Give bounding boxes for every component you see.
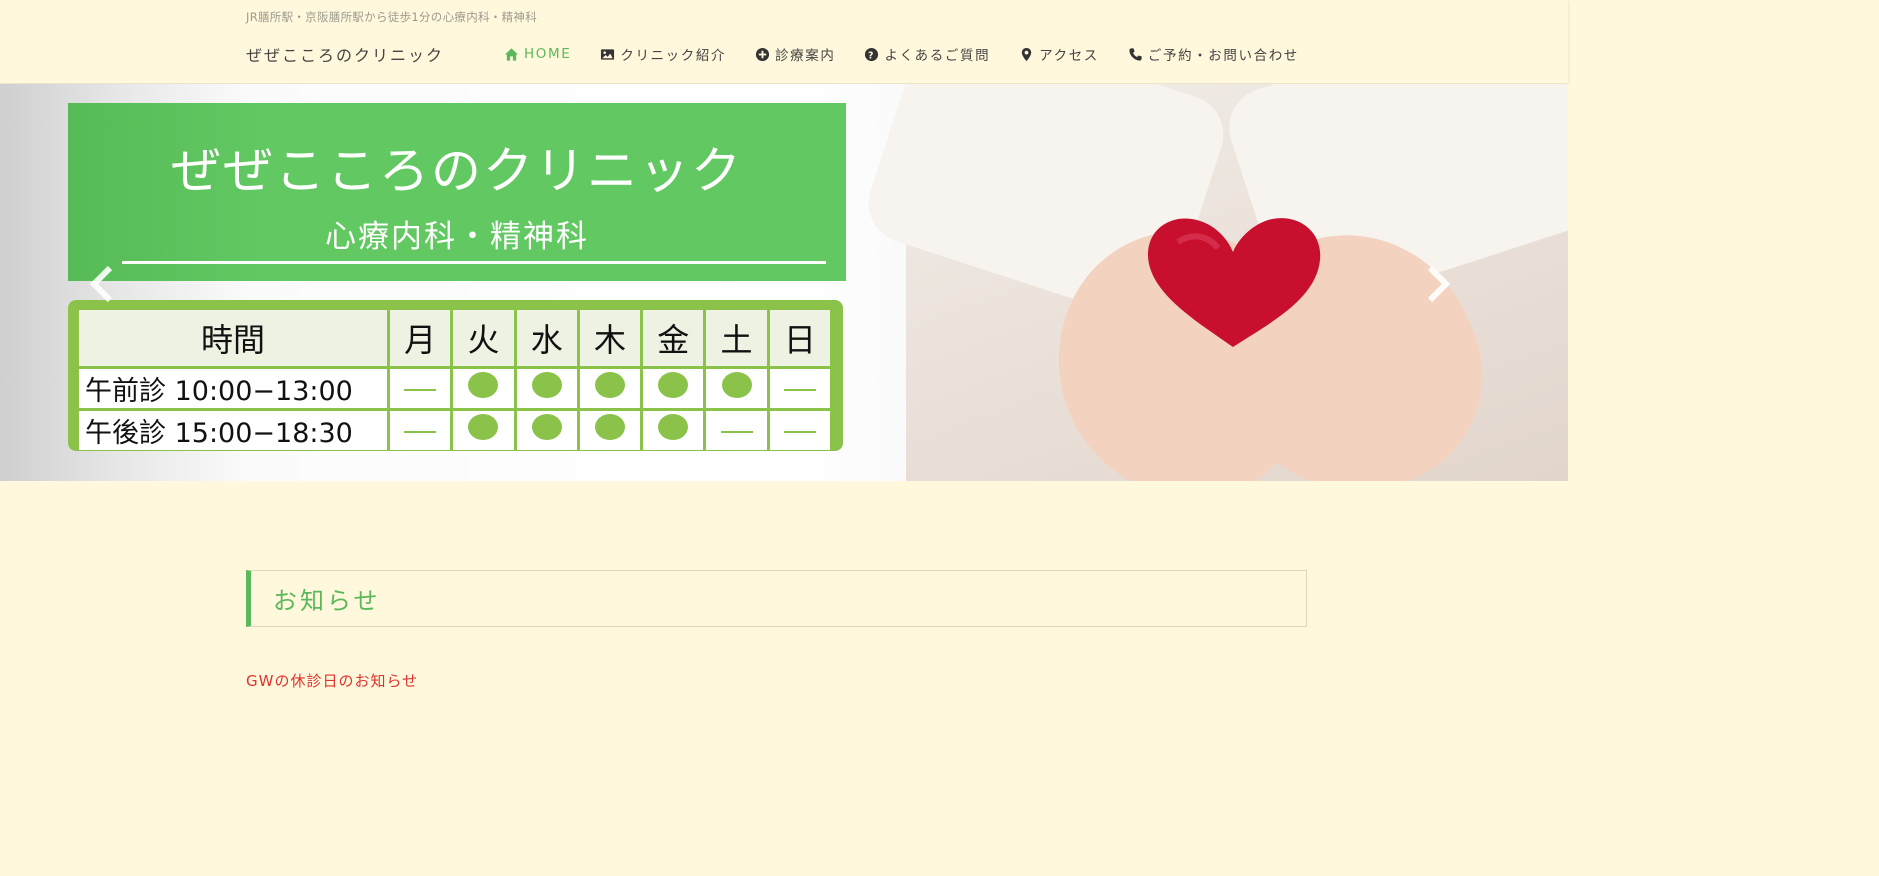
red-heart-image <box>1147 218 1321 347</box>
news-item-link[interactable]: GWの休診日のお知らせ <box>246 670 418 691</box>
question-circle-icon: ? <box>865 47 879 61</box>
closed-mark <box>783 430 816 433</box>
schedule-row-label: 午後診 15:00−18:30 <box>79 411 387 450</box>
hero-slider: ぜぜこころのクリニック 心療内科・精神科 時間 月 火 水 木 金 土 日 午前… <box>0 84 1568 481</box>
notice-title: お知らせ <box>273 587 381 615</box>
svg-text:?: ? <box>869 50 876 61</box>
schedule-cell <box>516 411 577 450</box>
plus-circle-icon <box>756 47 770 61</box>
main-nav: HOME クリニック紹介 診療案内 ? よくあるご質問 アクセス ご予約・お問い… <box>504 44 1299 64</box>
schedule-cell <box>769 411 830 450</box>
phone-icon <box>1129 47 1142 61</box>
closed-mark <box>720 430 753 433</box>
schedule-cell <box>643 369 704 408</box>
schedule-header-cell: 月 <box>390 310 451 366</box>
schedule-row-afternoon: 午後診 15:00−18:30 <box>79 411 830 450</box>
schedule-header-cell: 火 <box>453 310 514 366</box>
schedule-cell <box>706 369 767 408</box>
hands-heart-photo <box>858 84 1568 481</box>
schedule-header-cell: 時間 <box>79 310 387 366</box>
schedule-cell <box>453 411 514 450</box>
nav-item-label: クリニック紹介 <box>620 48 727 64</box>
nav-item-home[interactable]: HOME <box>504 44 571 64</box>
clinic-banner: ぜぜこころのクリニック 心療内科・精神科 <box>68 103 846 281</box>
banner-divider <box>122 261 826 264</box>
banner-title: ぜぜこころのクリニック <box>171 142 743 200</box>
schedule-cell <box>769 369 830 408</box>
schedule-row-label: 午前診 10:00−13:00 <box>79 369 387 408</box>
schedule-header-cell: 日 <box>769 310 830 366</box>
image-icon <box>601 48 615 60</box>
open-mark <box>531 414 562 440</box>
schedule-cell <box>516 369 577 408</box>
schedule-header-row: 時間 月 火 水 木 金 土 日 <box>79 310 830 366</box>
nav-item-clinic[interactable]: クリニック紹介 <box>600 44 726 64</box>
open-mark <box>721 372 752 398</box>
nav-item-faq[interactable]: ? よくあるご質問 <box>864 44 990 64</box>
open-mark <box>658 414 689 440</box>
schedule-header-cell: 水 <box>516 310 577 366</box>
open-mark <box>594 414 625 440</box>
nav-item-label: 診療案内 <box>775 48 836 64</box>
slider-prev-arrow-icon[interactable] <box>88 264 118 304</box>
banner-subtitle: 心療内科・精神科 <box>325 219 589 255</box>
nav-item-label: アクセス <box>1039 48 1099 64</box>
nav-item-label: よくあるご質問 <box>884 48 991 64</box>
site-tagline: JR膳所駅・京阪膳所駅から徒歩1分の心療内科・精神科 <box>246 10 537 24</box>
schedule-table: 時間 月 火 水 木 金 土 日 午前診 10:00−13:00 午後診 15:… <box>68 300 843 451</box>
schedule-cell <box>706 411 767 450</box>
open-mark <box>658 372 689 398</box>
nav-item-label: HOME <box>524 46 572 62</box>
open-mark <box>531 372 562 398</box>
schedule-cell <box>579 411 641 450</box>
schedule-header-cell: 土 <box>706 310 767 366</box>
nav-item-contact[interactable]: ご予約・お問い合わせ <box>1128 44 1299 64</box>
open-mark <box>468 414 499 440</box>
nav-item-access[interactable]: アクセス <box>1019 44 1099 64</box>
schedule-header-cell: 金 <box>643 310 704 366</box>
schedule-cell <box>579 369 641 408</box>
closed-mark <box>404 430 437 433</box>
closed-mark <box>783 388 816 391</box>
schedule-row-morning: 午前診 10:00−13:00 <box>79 369 830 408</box>
schedule-cell <box>390 411 451 450</box>
schedule-cell <box>643 411 704 450</box>
schedule-header-cell: 木 <box>579 310 641 366</box>
schedule-cell <box>453 369 514 408</box>
open-mark <box>468 372 499 398</box>
schedule-cell <box>390 369 451 408</box>
nav-item-services[interactable]: 診療案内 <box>755 44 835 64</box>
closed-mark <box>404 388 437 391</box>
notice-heading-box: お知らせ <box>246 570 1307 627</box>
nav-item-label: ご予約・お問い合わせ <box>1147 48 1299 64</box>
site-title-link[interactable]: ぜぜこころのクリニック <box>246 42 444 66</box>
home-icon <box>504 47 519 61</box>
open-mark <box>594 372 625 398</box>
slider-next-arrow-icon[interactable] <box>1422 264 1452 304</box>
site-header: JR膳所駅・京阪膳所駅から徒歩1分の心療内科・精神科 ぜぜこころのクリニック H… <box>0 0 1568 83</box>
map-marker-icon <box>1021 47 1032 61</box>
